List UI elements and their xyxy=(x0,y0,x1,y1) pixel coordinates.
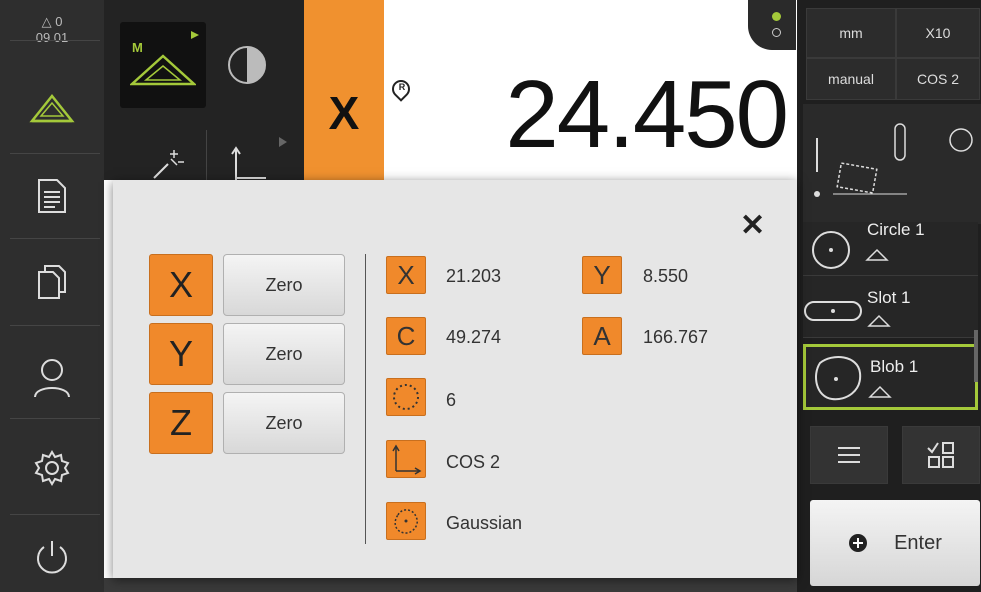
filter-icon xyxy=(386,502,426,540)
feature-list-scrollbar[interactable] xyxy=(974,330,978,382)
close-icon[interactable]: ✕ xyxy=(740,208,765,243)
measure-triangle-icon xyxy=(29,93,75,123)
enter-label: Enter xyxy=(894,531,942,554)
coordinate-axes-icon[interactable] xyxy=(226,146,272,180)
measure-triangle-icon xyxy=(865,248,889,261)
position-value: 24.450 xyxy=(505,61,789,168)
warning-triangle-icon: △ xyxy=(41,14,52,29)
reference-mark-label: R xyxy=(398,82,406,92)
feature-preview[interactable] xyxy=(803,104,981,224)
point-count-value: 6 xyxy=(446,390,457,410)
status-led-on xyxy=(772,12,781,21)
measure-triangle-icon xyxy=(868,385,892,398)
protocol-button[interactable] xyxy=(0,160,104,232)
select-features-button[interactable] xyxy=(902,426,980,484)
expand-arrow-icon xyxy=(279,137,287,147)
point-count-icon xyxy=(386,378,426,416)
axis-label: X xyxy=(328,87,360,139)
user-icon xyxy=(34,359,70,398)
play-icon xyxy=(191,31,199,39)
axis-label-panel[interactable]: X xyxy=(304,0,384,180)
contrast-icon[interactable] xyxy=(226,44,268,86)
tool-bar: M xyxy=(104,0,304,180)
filter-value: Gaussian xyxy=(446,513,523,533)
blob-feature-icon xyxy=(815,356,862,401)
status-led-off xyxy=(772,28,781,37)
axis-y-label: Y xyxy=(149,323,213,385)
settings-gear-icon xyxy=(34,450,70,486)
document-list-icon xyxy=(38,179,66,213)
x-result-icon: X xyxy=(386,256,426,294)
measure-tool-button[interactable]: M xyxy=(120,22,206,108)
user-login-button[interactable] xyxy=(0,340,104,416)
measure-triangle-icon xyxy=(130,54,196,86)
zero-x-button[interactable]: Zero xyxy=(223,254,345,316)
feature-geometry-icon xyxy=(814,123,973,197)
feature-item-blob[interactable]: Blob 1 xyxy=(803,344,978,410)
clock: 09 01 xyxy=(35,30,69,45)
dialog-divider xyxy=(365,254,366,544)
y-result-icon: Y xyxy=(582,256,622,294)
left-sidebar: △ 0 09 01 xyxy=(0,0,104,592)
position-display: R 24.450 xyxy=(384,0,797,180)
settings-button[interactable] xyxy=(0,430,104,506)
background-strip xyxy=(104,578,797,592)
circle-feature-icon xyxy=(812,231,850,269)
coordinate-system-icon xyxy=(386,440,426,478)
status-indicator[interactable]: △ 0 09 01 xyxy=(0,14,104,46)
measure-mode-button[interactable] xyxy=(0,72,104,142)
enter-button[interactable]: Enter xyxy=(810,500,980,586)
x-result-value: 21.203 xyxy=(446,266,502,286)
magic-wand-icon[interactable] xyxy=(152,146,186,180)
menu-button[interactable] xyxy=(810,426,888,484)
hamburger-menu-icon xyxy=(838,447,860,463)
y-result-value: 8.550 xyxy=(643,266,689,286)
zero-y-button[interactable]: Zero xyxy=(223,323,345,385)
feature-name: Slot 1 xyxy=(867,288,911,307)
power-icon xyxy=(37,541,67,574)
add-circle-icon xyxy=(849,534,868,552)
slot-feature-icon xyxy=(804,301,862,321)
status-light-panel xyxy=(748,0,796,50)
file-manager-button[interactable] xyxy=(0,244,104,320)
power-button[interactable] xyxy=(0,522,104,592)
axis-x-label: X xyxy=(149,254,213,316)
feature-name: Circle 1 xyxy=(867,220,925,239)
warning-count: 0 xyxy=(55,14,63,29)
feature-item-slot[interactable]: Slot 1 xyxy=(803,276,978,338)
coord-system-button[interactable]: COS 2 xyxy=(896,58,980,100)
zoom-button[interactable]: X10 xyxy=(896,8,980,58)
a-result-icon: A xyxy=(582,317,622,355)
c-result-icon: C xyxy=(386,317,426,355)
measure-triangle-icon xyxy=(867,314,891,327)
a-result-value: 166.767 xyxy=(643,327,709,347)
checklist-grid-icon xyxy=(927,442,954,468)
zero-z-button[interactable]: Zero xyxy=(223,392,345,454)
feature-name: Blob 1 xyxy=(870,357,919,376)
feature-item-circle[interactable]: Circle 1 xyxy=(803,220,978,276)
unit-button[interactable]: mm xyxy=(806,8,896,58)
coordinate-system-value: COS 2 xyxy=(446,452,501,472)
files-icon xyxy=(38,265,66,299)
c-result-value: 49.274 xyxy=(446,327,502,347)
axis-z-label: Z xyxy=(149,392,213,454)
mode-button[interactable]: manual xyxy=(806,58,896,100)
